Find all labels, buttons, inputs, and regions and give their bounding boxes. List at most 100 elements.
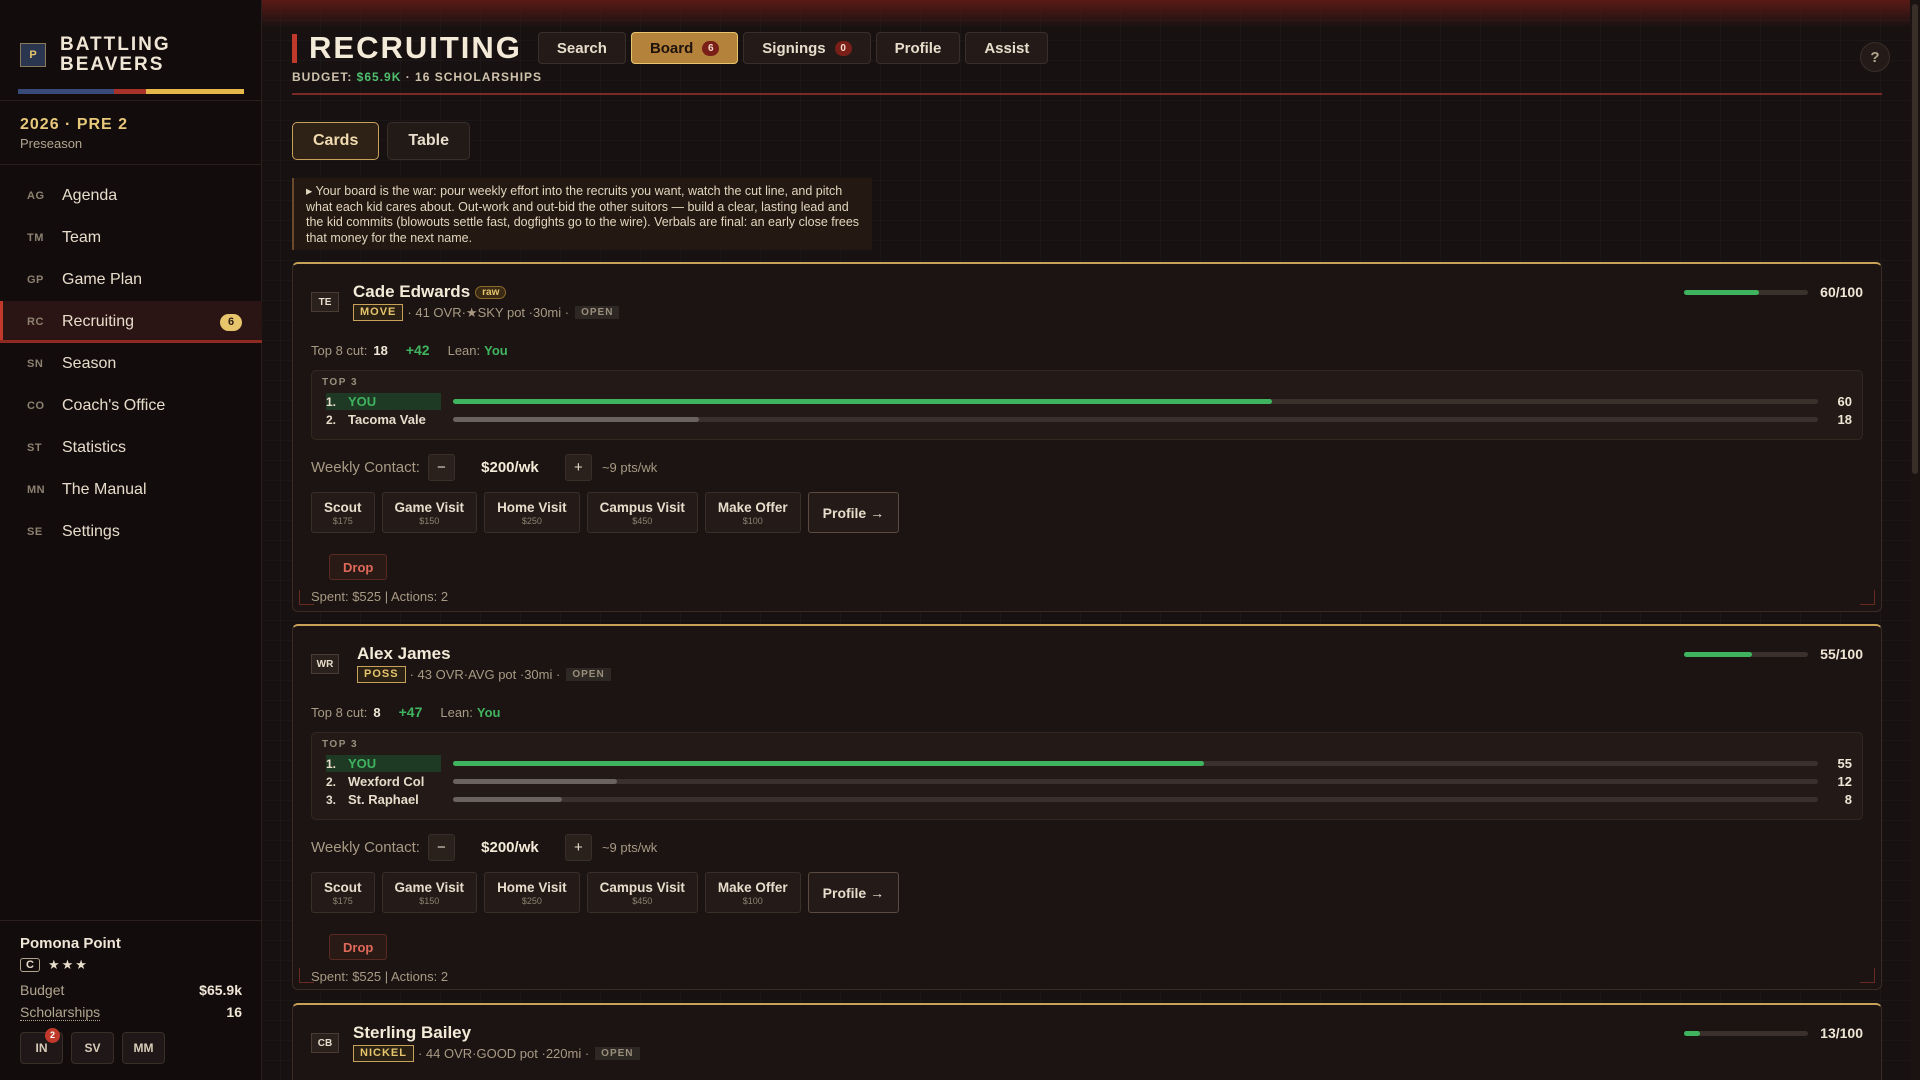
scholarships-label[interactable]: Scholarships <box>20 1004 101 1021</box>
team-logo-icon: P <box>20 43 46 67</box>
position-badge: TE <box>311 292 339 312</box>
lean-label: Lean: <box>440 704 473 720</box>
quick-button-mm[interactable]: MM <box>122 1032 165 1064</box>
suitor-rank: 3. <box>326 792 337 807</box>
game-visit-button[interactable]: Game Visit $150 <box>381 492 478 533</box>
scout-button[interactable]: Scout $175 <box>311 872 375 913</box>
player-name[interactable]: Cade Edwards raw <box>353 282 507 302</box>
increase-contact-button[interactable]: + <box>564 834 592 861</box>
sidebar-item-recruiting[interactable]: RC Recruiting 6 <box>0 301 262 343</box>
tab-count-badge: 0 <box>834 40 852 56</box>
suitor-rank: 1. <box>326 756 337 771</box>
interest-bar-fill <box>1684 651 1753 657</box>
budget-amount: $65.9K <box>356 70 402 84</box>
recruiting-tabs: Search Board 6 Signings 0 Profile Assist <box>537 32 1053 64</box>
view-cards-button[interactable]: Cards <box>292 122 380 160</box>
lean-value: You <box>476 704 501 720</box>
brand[interactable]: P BATTLING BEAVERS <box>0 0 261 84</box>
view-profile-button[interactable]: Profile → <box>807 872 900 913</box>
campus-visit-button[interactable]: Campus Visit $450 <box>586 492 698 533</box>
interest-meter: 55/100 <box>1684 646 1863 662</box>
sidebar-item-label: Agenda <box>62 187 118 204</box>
tab-assist[interactable]: Assist <box>965 32 1049 64</box>
coach-office-icon: CO <box>27 400 45 412</box>
interest-value: 60/100 <box>1820 284 1863 300</box>
tab-board[interactable]: Board 6 <box>630 32 739 64</box>
action-cost: $175 <box>332 515 353 526</box>
player-name[interactable]: Sterling Bailey <box>353 1023 471 1043</box>
lean-value: You <box>484 342 508 358</box>
quick-button-in[interactable]: IN 2 <box>20 1028 63 1064</box>
make-offer-button[interactable]: Make Offer $100 <box>704 872 801 913</box>
suitor-bar-fill <box>453 417 699 422</box>
manual-icon: MN <box>27 484 46 496</box>
notification-badge: 2 <box>45 1028 60 1043</box>
sidebar-item-coach-s-office[interactable]: CO Coach's Office <box>0 385 262 427</box>
tab-profile[interactable]: Profile <box>875 32 961 64</box>
drop-recruit-button[interactable]: Drop <box>329 554 388 580</box>
sidebar-item-label: Season <box>62 355 117 372</box>
action-cost: $100 <box>742 895 763 906</box>
recruit-actions: Scout $175 Game Visit $150 Home Visit $250 Cam… <box>311 872 900 913</box>
brand-name-line2: BEAVERS <box>60 54 165 75</box>
interest-bar <box>1684 1030 1809 1036</box>
scrollbar-thumb[interactable] <box>1912 4 1918 474</box>
recruit-actions: Scout $175 Game Visit $150 Home Visit $250 Cam… <box>311 492 900 533</box>
sidebar-item-label: Statistics <box>62 439 127 456</box>
statistics-icon: ST <box>27 442 43 454</box>
player-meta: POSS · 43 OVR·AVG pot ·30mi · OPEN <box>357 666 611 683</box>
tab-search[interactable]: Search <box>537 32 626 64</box>
quick-button-sv[interactable]: SV <box>71 1032 114 1064</box>
player-name-text: Alex James <box>357 644 451 663</box>
action-cost: $150 <box>419 895 440 906</box>
home-visit-button[interactable]: Home Visit $250 <box>484 492 580 533</box>
season-subtitle: Preseason <box>20 136 83 151</box>
help-button[interactable]: ? <box>1860 42 1890 72</box>
increase-contact-button[interactable]: + <box>564 454 592 481</box>
suitor-points: 12 <box>1837 774 1852 789</box>
sidebar-item-label: The Manual <box>62 481 147 498</box>
decrease-contact-button[interactable]: − <box>427 834 455 861</box>
recruit-card: TE Cade Edwards raw MOVE · 41 OVR·★SKY pot ·… <box>292 262 1882 612</box>
view-profile-button[interactable]: Profile → <box>807 492 900 533</box>
scout-button[interactable]: Scout $175 <box>311 492 375 533</box>
team-rating: C ★★★ <box>20 957 242 973</box>
sidebar-item-statistics[interactable]: ST Statistics <box>0 427 262 469</box>
top8-cut-label: Top 8 cut: <box>311 342 368 358</box>
sidebar-item-agenda[interactable]: AG Agenda <box>0 175 262 217</box>
campus-visit-button[interactable]: Campus Visit $450 <box>586 872 698 913</box>
tab-signings[interactable]: Signings 0 <box>743 32 871 64</box>
season-title: 2026 · PRE 2 <box>20 116 129 133</box>
home-visit-button[interactable]: Home Visit $250 <box>484 872 580 913</box>
board-info-box: ▸ Your board is the war: pour weekly eff… <box>292 178 872 250</box>
star-rating-icon: ★★★ <box>47 957 89 972</box>
top3-label: TOP 3 <box>322 739 359 750</box>
suitor-bar <box>453 417 1818 422</box>
player-attributes: · 41 OVR·★SKY pot ·30mi · <box>407 304 570 320</box>
agenda-icon: AG <box>27 190 45 202</box>
player-name[interactable]: Alex James <box>357 644 451 664</box>
decrease-contact-button[interactable]: − <box>427 454 455 481</box>
make-offer-button[interactable]: Make Offer $100 <box>704 492 801 533</box>
top8-cut-label: Top 8 cut: <box>311 704 368 720</box>
sidebar-item-settings[interactable]: SE Settings <box>0 511 262 553</box>
sidebar-item-the-manual[interactable]: MN The Manual <box>0 469 262 511</box>
spent-summary: Spent: $525 | Actions: 2 <box>311 969 449 984</box>
weekly-contact: Weekly Contact: − $200/wk + ~9 pts/wk <box>311 834 657 861</box>
game-visit-button[interactable]: Game Visit $150 <box>381 872 478 913</box>
suitor-bar-fill <box>453 761 1204 766</box>
scrollbar[interactable] <box>1910 0 1920 1080</box>
sidebar: P BATTLING BEAVERS 2026 · PRE 2 Preseaso… <box>0 0 262 1080</box>
sidebar-item-team[interactable]: TM Team <box>0 217 262 259</box>
view-table-button[interactable]: Table <box>387 122 470 160</box>
action-label: Scout <box>324 499 362 515</box>
top8-cut-value: 18 <box>373 342 388 358</box>
sidebar-item-game-plan[interactable]: GP Game Plan <box>0 259 262 301</box>
season-info: 2026 · PRE 2 Preseason <box>20 116 128 151</box>
drop-recruit-button[interactable]: Drop <box>329 934 388 960</box>
sidebar-item-season[interactable]: SN Season <box>0 343 262 385</box>
suitor-rank: 2. <box>326 412 337 427</box>
suitor-name: YOU <box>348 394 377 409</box>
action-cost: $175 <box>332 895 353 906</box>
budget-prefix: BUDGET: <box>292 70 357 84</box>
